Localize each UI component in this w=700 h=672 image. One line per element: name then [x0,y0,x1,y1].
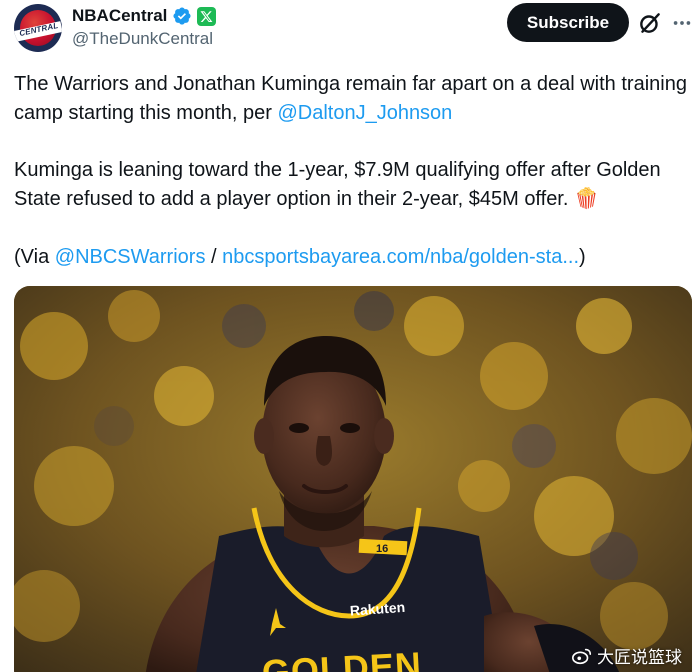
tweet-paragraph-1: The Warriors and Jonathan Kuminga remain… [14,70,694,128]
jersey-number: 16 [376,543,388,555]
verified-badge-icon[interactable] [172,6,192,26]
player-photo-illustration: 16 Rakuten GOLDEN [14,286,692,672]
ellipsis-icon [673,21,691,25]
via-prefix: (Via [14,246,55,268]
tweet-paragraph-2: Kuminga is leaning toward the 1-year, $7… [14,156,694,214]
author-handle[interactable]: @TheDunkCentral [72,29,213,49]
separator: / [205,246,223,268]
tweet-paragraph-3: (Via @NBCSWarriors / nbcsportsbayarea.co… [14,243,694,272]
grok-icon[interactable] [637,10,663,36]
tweet-text: Kuminga is leaning toward the 1-year, $7… [14,159,661,210]
avatar[interactable]: CENTRAL [14,4,62,52]
popcorn-emoji-icon: 🍿 [573,188,599,210]
watermark: 大匠说篮球 [571,643,682,668]
via-suffix: ) [579,246,586,268]
tweet-header: CENTRAL NBACentral @TheDunkCentral Subsc… [0,0,700,62]
tweet-photo[interactable]: 16 Rakuten GOLDEN 大匠说篮球 [14,286,692,672]
mention-link-nbcswarriors[interactable]: @NBCSWarriors [55,246,206,268]
article-link[interactable]: nbcsportsbayarea.com/nba/golden-sta... [222,246,579,268]
x-logo-icon [200,10,213,22]
weibo-logo-icon [572,648,592,664]
more-icon[interactable] [669,10,695,36]
x-affiliate-badge-icon[interactable] [197,6,217,26]
author-display-name[interactable]: NBACentral [72,6,167,26]
mention-link-daltonj-johnson[interactable]: @DaltonJ_Johnson [277,102,452,124]
author-name-row: NBACentral [72,4,217,28]
watermark-text: 大匠说篮球 [597,648,682,668]
subscribe-button[interactable]: Subscribe [507,3,629,42]
